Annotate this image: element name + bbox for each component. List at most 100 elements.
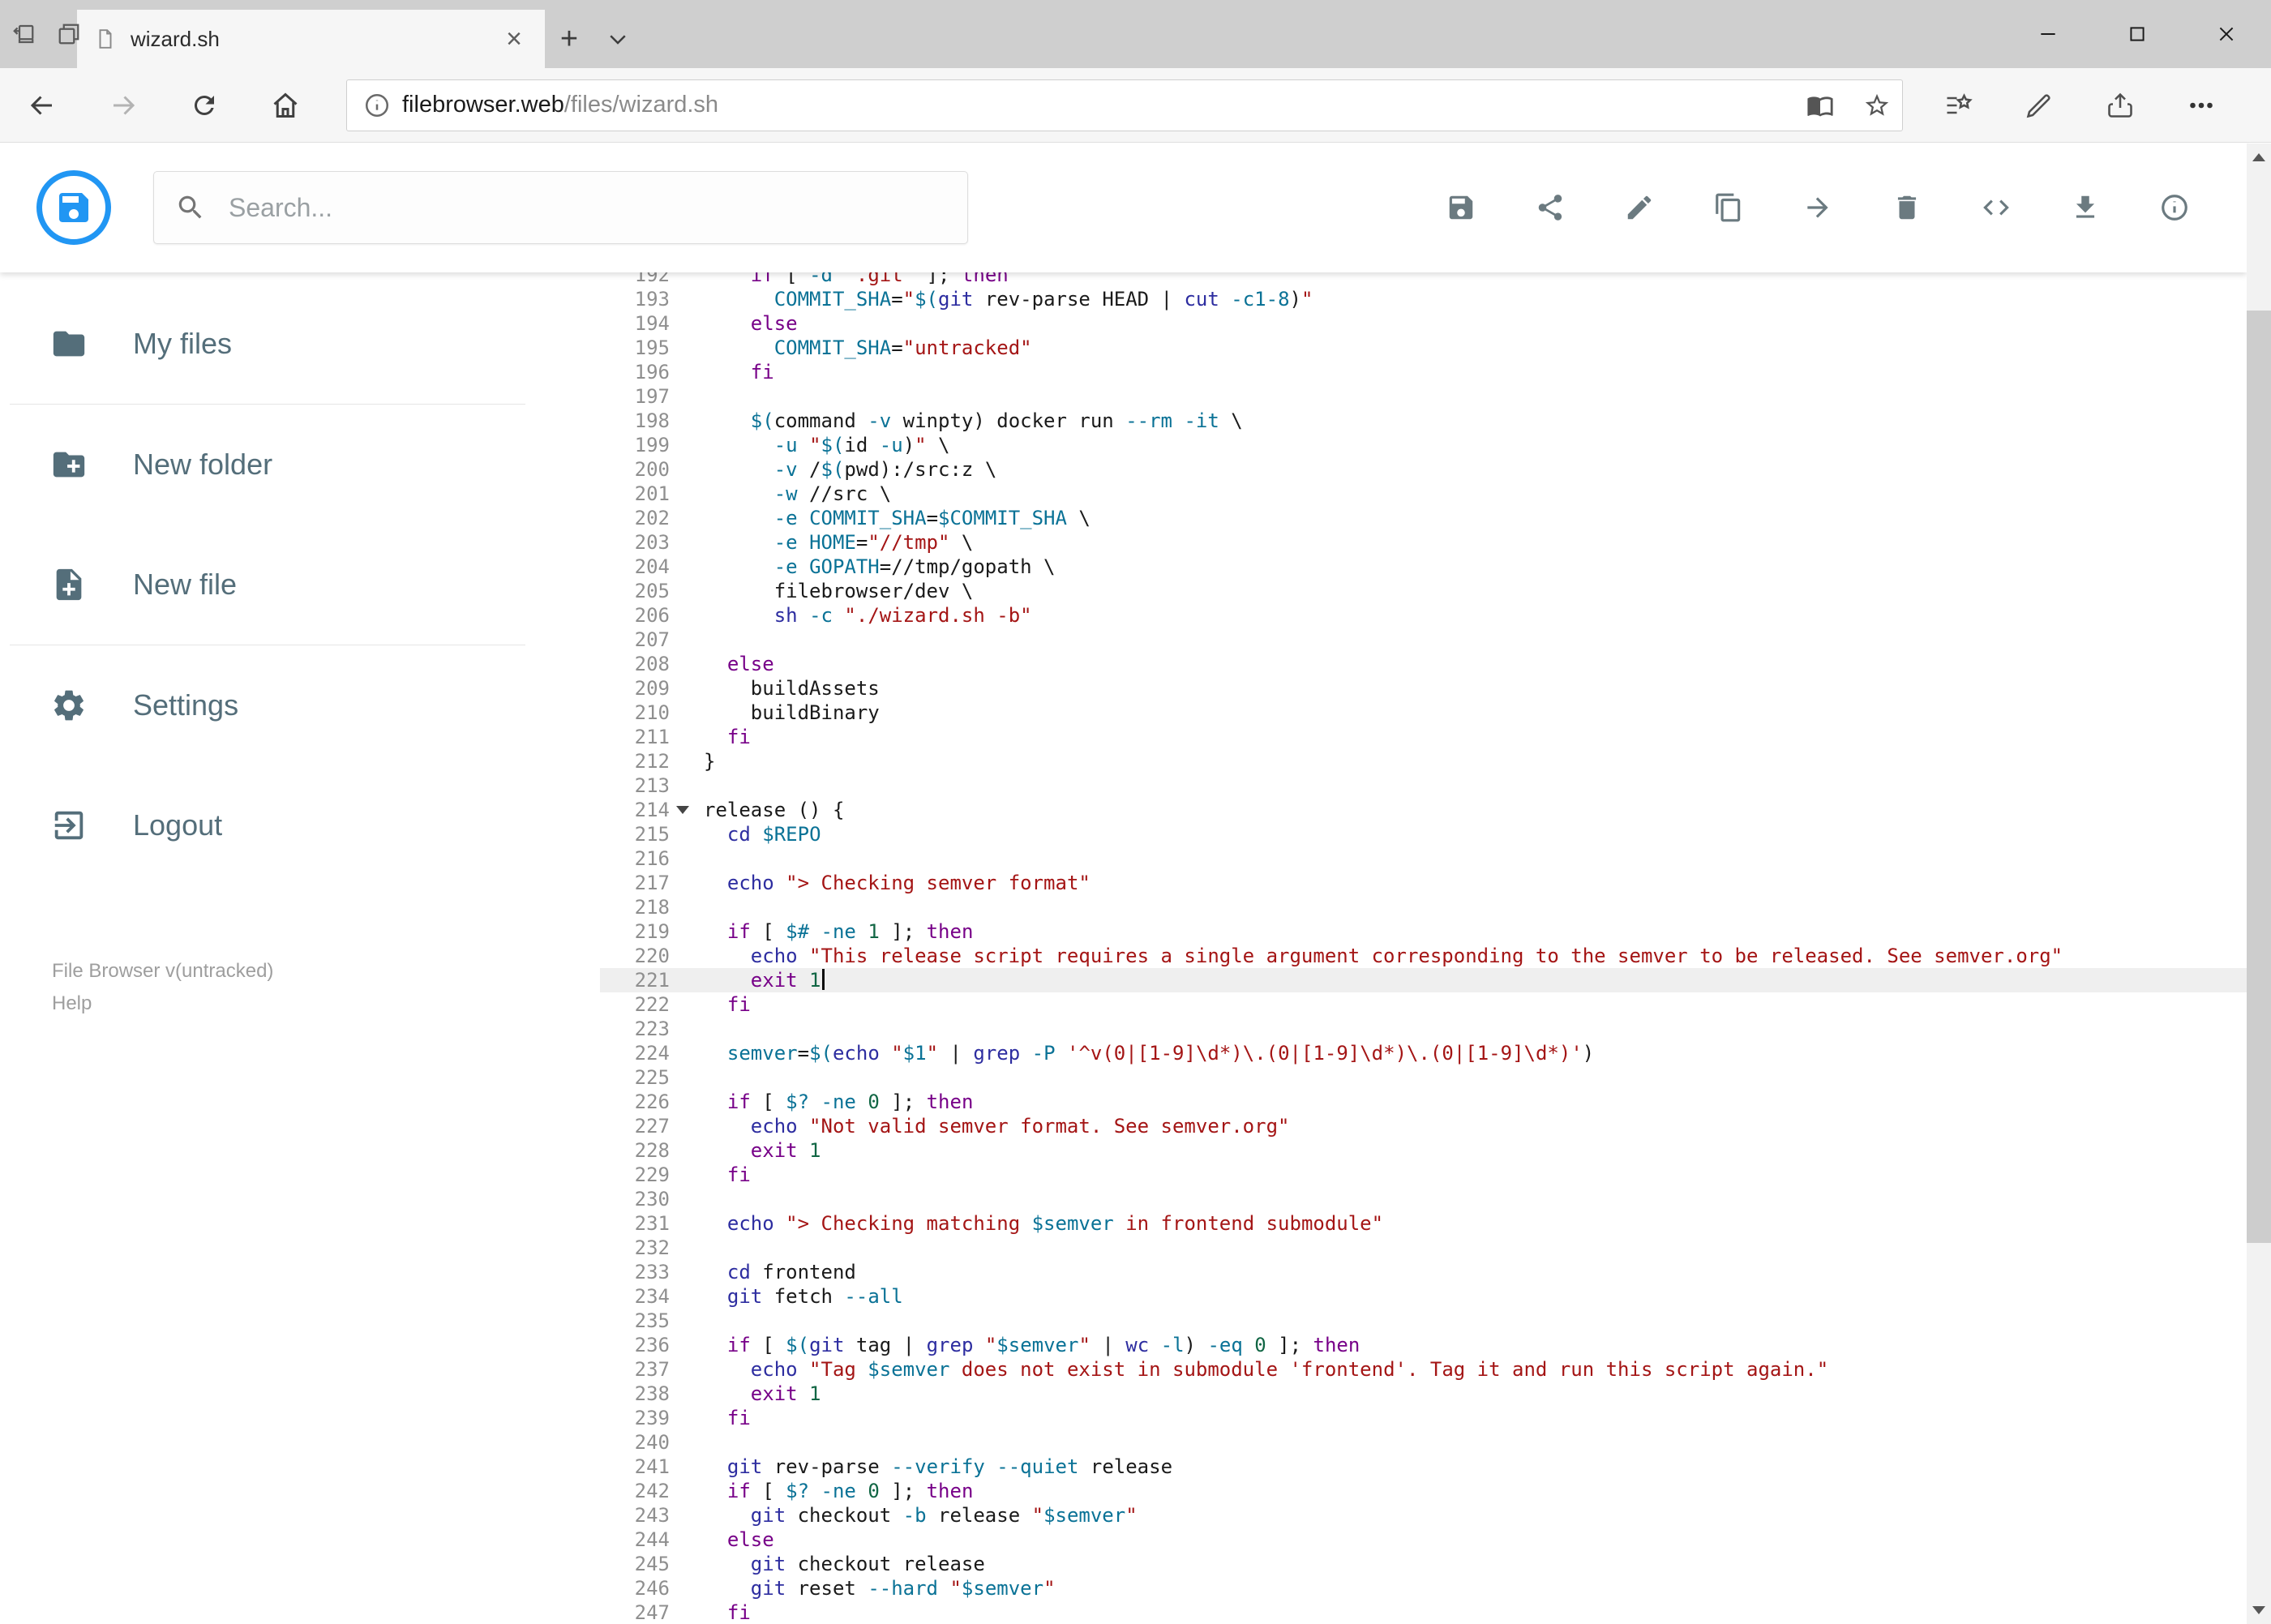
code-row[interactable]: 215 cd $REPO [600, 822, 2247, 846]
code-row[interactable]: 195 COMMIT_SHA="untracked" [600, 336, 2247, 360]
filebrowser-logo-icon[interactable] [36, 170, 111, 245]
code-row[interactable]: 193 COMMIT_SHA="$(git rev-parse HEAD | c… [600, 287, 2247, 311]
code-row[interactable]: 210 buildBinary [600, 701, 2247, 725]
code-row[interactable]: 220 echo "This release script requires a… [600, 944, 2247, 968]
tab-wizard-sh[interactable]: wizard.sh × [77, 10, 545, 68]
code-row[interactable]: 198 $(command -v winpty) docker run --rm… [600, 409, 2247, 433]
close-window-button[interactable] [2182, 0, 2271, 68]
home-button[interactable] [269, 89, 302, 122]
code-row[interactable]: 214 release () { [600, 798, 2247, 822]
back-button[interactable] [26, 89, 58, 122]
sidebar-item-new-file[interactable]: New file [0, 525, 600, 645]
forward-button[interactable] [107, 89, 139, 122]
sidebar-item-logout[interactable]: Logout [0, 765, 600, 885]
code-row[interactable]: 204 -e GOPATH=//tmp/gopath \ [600, 555, 2247, 579]
tab-close-icon[interactable]: × [501, 25, 527, 53]
code-row[interactable]: 206 sh -c "./wizard.sh -b" [600, 603, 2247, 628]
add-favorite-star-icon[interactable] [1863, 92, 1891, 119]
code-row[interactable]: 241 git rev-parse --verify --quiet relea… [600, 1455, 2247, 1479]
code-editor[interactable]: 192 if [ -d ".git" ]; then 193 COMMIT_SHA… [600, 272, 2247, 1624]
code-row[interactable]: 205 filebrowser/dev \ [600, 579, 2247, 603]
code-row[interactable]: 213 [600, 773, 2247, 798]
minimize-button[interactable] [2003, 0, 2093, 68]
code-row[interactable]: 246 git reset --hard "$semver" [600, 1576, 2247, 1600]
sidebar-item-settings[interactable]: Settings [0, 645, 600, 765]
tabs-set-aside-icon[interactable] [57, 22, 81, 46]
search-bar[interactable] [153, 171, 968, 244]
code-row[interactable]: 236 if [ $(git tag | grep "$semver" | wc… [600, 1333, 2247, 1357]
code-row[interactable]: 244 else [600, 1528, 2247, 1552]
maximize-button[interactable] [2093, 0, 2182, 68]
code-row[interactable]: 208 else [600, 652, 2247, 676]
code-row[interactable]: 238 exit 1 [600, 1382, 2247, 1406]
code-row[interactable]: 223 [600, 1017, 2247, 1041]
code-row[interactable]: 226 if [ $? -ne 0 ]; then [600, 1090, 2247, 1114]
code-row[interactable]: 218 [600, 895, 2247, 919]
tab-preview-chevron-icon[interactable] [593, 10, 642, 68]
code-row[interactable]: 203 -e HOME="//tmp" \ [600, 530, 2247, 555]
more-options-icon[interactable] [2183, 88, 2219, 123]
search-input[interactable] [229, 192, 946, 223]
code-row[interactable]: 231 echo "> Checking matching $semver in… [600, 1211, 2247, 1236]
new-tab-button[interactable]: + [545, 10, 593, 68]
download-button[interactable] [2070, 192, 2101, 223]
sidebar-item-new-folder[interactable]: New folder [0, 405, 600, 525]
code-row[interactable]: 216 [600, 846, 2247, 871]
page-scrollbar[interactable] [2247, 144, 2271, 1624]
code-row[interactable]: 232 [600, 1236, 2247, 1260]
code-row[interactable]: 200 -v /$(pwd):/src:z \ [600, 457, 2247, 482]
move-button[interactable] [1802, 192, 1833, 223]
scrollbar-thumb[interactable] [2247, 311, 2271, 1243]
code-row[interactable]: 229 fi [600, 1163, 2247, 1187]
code-row[interactable]: 224 semver=$(echo "$1" | grep -P '^v(0|[… [600, 1041, 2247, 1065]
code-row[interactable]: 201 -w //src \ [600, 482, 2247, 506]
help-link[interactable]: Help [52, 992, 92, 1015]
code-row[interactable]: 222 fi [600, 992, 2247, 1017]
code-row[interactable]: 230 [600, 1187, 2247, 1211]
code-row[interactable]: 219 if [ $# -ne 1 ]; then [600, 919, 2247, 944]
set-tabs-aside-icon[interactable] [11, 22, 36, 46]
code-row[interactable]: 225 [600, 1065, 2247, 1090]
code-row[interactable]: 245 git checkout release [600, 1552, 2247, 1576]
sidebar-item-my-files[interactable]: My files [0, 284, 600, 404]
share-file-button[interactable] [1535, 192, 1566, 223]
site-info-icon[interactable] [363, 92, 391, 119]
code-row[interactable]: 243 git checkout -b release "$semver" [600, 1503, 2247, 1528]
code-row[interactable]: 235 [600, 1309, 2247, 1333]
hub-favorites-icon[interactable] [1940, 88, 1976, 123]
code-row[interactable]: 240 [600, 1430, 2247, 1455]
code-row[interactable]: 234 git fetch --all [600, 1284, 2247, 1309]
code-row[interactable]: 199 -u "$(id -u)" \ [600, 433, 2247, 457]
save-button[interactable] [1446, 192, 1476, 223]
code-row[interactable]: 242 if [ $? -ne 0 ]; then [600, 1479, 2247, 1503]
code-row[interactable]: 211 fi [600, 725, 2247, 749]
refresh-button[interactable] [188, 89, 221, 122]
delete-button[interactable] [1892, 192, 1922, 223]
raw-code-button[interactable] [1981, 192, 2012, 223]
code-row[interactable]: 202 -e COMMIT_SHA=$COMMIT_SHA \ [600, 506, 2247, 530]
code-row[interactable]: 237 echo "Tag $semver does not exist in … [600, 1357, 2247, 1382]
rename-button[interactable] [1624, 192, 1655, 223]
fold-arrow-icon[interactable] [676, 806, 689, 814]
code-row[interactable]: 192 if [ -d ".git" ]; then [600, 272, 2247, 287]
copy-button[interactable] [1713, 192, 1744, 223]
code-row[interactable]: 217 echo "> Checking semver format" [600, 871, 2247, 895]
code-row[interactable]: 207 [600, 628, 2247, 652]
code-row[interactable]: 239 fi [600, 1406, 2247, 1430]
code-row[interactable]: 247 fi [600, 1600, 2247, 1624]
code-row[interactable]: 228 exit 1 [600, 1138, 2247, 1163]
url-text[interactable]: filebrowser.web/files/wizard.sh [402, 92, 1777, 118]
reading-view-icon[interactable] [1806, 92, 1834, 119]
code-row[interactable]: 233 cd frontend [600, 1260, 2247, 1284]
scroll-up-arrow-icon[interactable] [2247, 144, 2271, 171]
annotate-pen-icon[interactable] [2021, 88, 2057, 123]
code-row[interactable]: 194 else [600, 311, 2247, 336]
info-button[interactable] [2159, 192, 2190, 223]
code-row[interactable]: 209 buildAssets [600, 676, 2247, 701]
address-bar[interactable]: filebrowser.web/files/wizard.sh [346, 79, 1903, 131]
scroll-down-arrow-icon[interactable] [2247, 1596, 2271, 1624]
code-row[interactable]: 197 [600, 384, 2247, 409]
code-row[interactable]: 212} [600, 749, 2247, 773]
share-icon[interactable] [2102, 88, 2138, 123]
code-row[interactable]: 221 exit 1 [600, 968, 2247, 992]
